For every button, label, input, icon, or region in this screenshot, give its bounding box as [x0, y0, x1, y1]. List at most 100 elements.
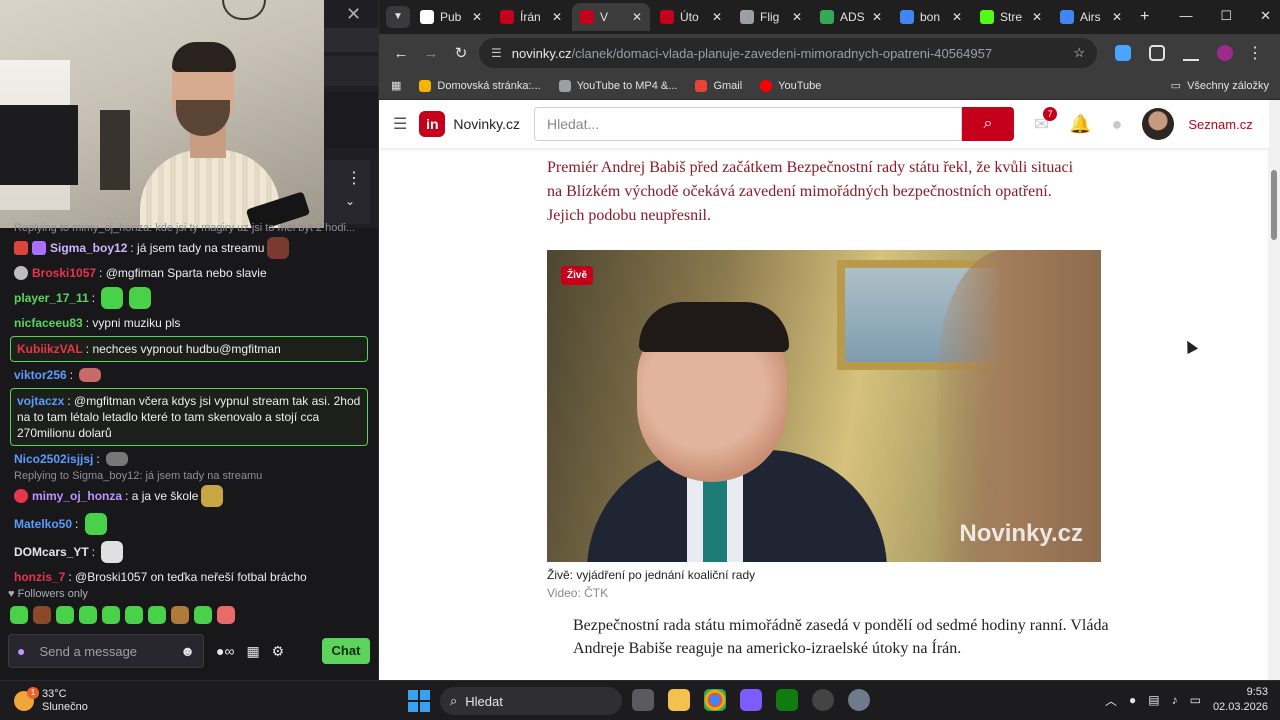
apps-grid-icon[interactable]: ▦ — [391, 79, 401, 92]
emote-icon[interactable] — [171, 606, 189, 624]
weather-widget[interactable]: 1 33°C Slunečno — [14, 686, 88, 714]
minimize-icon[interactable]: — — [1179, 8, 1192, 24]
site-info-icon[interactable]: ☰ — [491, 46, 502, 60]
close-icon[interactable]: ✕ — [346, 4, 361, 25]
chat-username[interactable]: mimy_oj_honza — [32, 488, 122, 504]
emote-icon[interactable] — [33, 606, 51, 624]
tab-close-icon[interactable]: ✕ — [1112, 10, 1122, 24]
network-icon[interactable]: ▤ — [1148, 693, 1159, 707]
tab-close-icon[interactable]: ✕ — [632, 10, 642, 24]
extensions-puzzle-icon[interactable] — [1149, 45, 1165, 61]
more-options-icon[interactable]: ⋮ — [346, 168, 362, 188]
task-view-icon[interactable] — [632, 689, 654, 711]
tab-close-icon[interactable]: ✕ — [1032, 10, 1042, 24]
browser-tab[interactable]: V ✕ — [572, 3, 650, 31]
close-window-icon[interactable]: ✕ — [1260, 8, 1271, 24]
browser-tab[interactable]: Airs ✕ — [1052, 3, 1130, 31]
chat-username[interactable]: Broski1057 — [32, 265, 96, 281]
app-icon[interactable] — [812, 689, 834, 711]
chat-username[interactable]: Nico2502isjjsj — [14, 451, 93, 467]
forward-icon[interactable]: → — [423, 45, 439, 62]
bookmark-item[interactable]: Domovská stránka:... — [419, 79, 541, 92]
video-player[interactable]: Živě Novinky.cz — [547, 250, 1101, 562]
bookmark-star-icon[interactable]: ☆ — [1073, 45, 1085, 61]
tab-close-icon[interactable]: ✕ — [952, 10, 962, 24]
emote-icon[interactable] — [79, 606, 97, 624]
seznam-link[interactable]: Seznam.cz — [1188, 117, 1252, 132]
browser-tab[interactable]: bon ✕ — [892, 3, 970, 31]
emote-icon[interactable] — [148, 606, 166, 624]
novinky-logo[interactable]: in — [419, 111, 446, 137]
settings-icon[interactable]: ⚙ — [272, 643, 285, 660]
settings-icon[interactable] — [848, 689, 870, 711]
bookmark-item[interactable]: YouTube — [760, 79, 821, 92]
bell-icon[interactable]: 🔔 — [1069, 114, 1091, 135]
volume-icon[interactable]: ♪ — [1172, 693, 1178, 707]
chat-bubble-icon[interactable]: ● — [1112, 114, 1123, 135]
browser-tab[interactable]: Flig ✕ — [732, 3, 810, 31]
new-tab-icon[interactable]: + — [1140, 8, 1149, 26]
tab-close-icon[interactable]: ✕ — [872, 10, 882, 24]
address-bar[interactable]: ☰ novinky.cz /clanek/domaci-vlada-planuj… — [479, 38, 1097, 68]
emote-icon[interactable] — [10, 606, 28, 624]
chat-username[interactable]: Sigma_boy12 — [50, 240, 127, 256]
emoji-icon[interactable]: ☻ — [180, 643, 195, 659]
chat-send-button[interactable]: Chat — [322, 638, 370, 664]
profile-avatar[interactable] — [1217, 45, 1233, 61]
chat-username[interactable]: vojtaczx — [17, 394, 64, 408]
scrollbar-thumb[interactable] — [1271, 170, 1277, 240]
emote-icon[interactable] — [194, 606, 212, 624]
microphone-icon[interactable]: ● — [1129, 693, 1136, 707]
chat-username[interactable]: DOMcars_YT — [14, 544, 89, 560]
mail-icon[interactable]: ✉ 7 — [1034, 106, 1058, 135]
chat-username[interactable]: honzis_7 — [14, 569, 65, 585]
chrome-icon[interactable] — [704, 689, 726, 711]
emote-icon[interactable] — [56, 606, 74, 624]
bookmark-item[interactable]: Gmail — [695, 79, 742, 92]
tab-close-icon[interactable]: ✕ — [552, 10, 562, 24]
emote-icon[interactable] — [217, 606, 235, 624]
tab-close-icon[interactable]: ✕ — [472, 10, 482, 24]
file-explorer-icon[interactable] — [668, 689, 690, 711]
microphone-icon[interactable]: ● — [17, 643, 25, 659]
menu-kebab-icon[interactable]: ⋮ — [1247, 43, 1263, 63]
chat-username[interactable]: KubiikzVAL — [17, 341, 83, 357]
tab-search-icon[interactable]: ▼ — [386, 6, 410, 28]
store-icon[interactable]: ▦ — [246, 643, 259, 660]
tab-close-icon[interactable]: ✕ — [712, 10, 722, 24]
chat-username[interactable]: viktor256 — [14, 367, 67, 383]
extension-icon[interactable] — [1115, 45, 1131, 61]
app-icon[interactable] — [740, 689, 762, 711]
taskbar-search[interactable]: ⌕ Hledat — [440, 687, 622, 715]
page-scrollbar[interactable] — [1268, 100, 1280, 680]
clock[interactable]: 9:53 02.03.2026 — [1213, 685, 1268, 715]
emote-icon[interactable] — [125, 606, 143, 624]
chat-username[interactable]: Matelko50 — [14, 516, 72, 532]
reading-list-icon[interactable] — [1183, 45, 1199, 61]
emote-icon[interactable] — [102, 606, 120, 624]
browser-tab[interactable]: Pub ✕ — [412, 3, 490, 31]
maximize-icon[interactable]: ☐ — [1220, 8, 1232, 24]
channel-points-icon[interactable]: ●∞ — [216, 643, 234, 659]
browser-tab[interactable]: ADS ✕ — [812, 3, 890, 31]
browser-tab[interactable]: Stre ✕ — [972, 3, 1050, 31]
chat-username[interactable]: player_17_11 — [14, 290, 89, 306]
site-search-input[interactable]: Hledat... — [534, 107, 962, 141]
chevron-up-icon[interactable]: ︿ — [1105, 692, 1117, 709]
hamburger-menu-icon[interactable]: ☰ — [393, 114, 407, 134]
browser-tab[interactable]: Írán ✕ — [492, 3, 570, 31]
back-icon[interactable]: ← — [393, 45, 409, 62]
battery-icon[interactable]: ▭ — [1190, 693, 1201, 707]
browser-tab[interactable]: Úto ✕ — [652, 3, 730, 31]
reload-icon[interactable]: ↻ — [453, 44, 469, 62]
xbox-icon[interactable] — [776, 689, 798, 711]
chat-username[interactable]: nicfaceeu83 — [14, 315, 83, 331]
site-name[interactable]: Novinky.cz — [453, 116, 520, 132]
search-button[interactable]: ⌕ — [962, 107, 1014, 141]
windows-start-icon[interactable] — [408, 690, 430, 712]
bookmark-item[interactable]: YouTube to MP4 &... — [558, 79, 677, 92]
tab-close-icon[interactable]: ✕ — [792, 10, 802, 24]
all-bookmarks[interactable]: ▭ Všechny záložky — [1171, 79, 1269, 93]
chat-input[interactable]: ● Send a message ☻ — [8, 634, 204, 668]
chevron-down-icon[interactable]: ⌄ — [345, 194, 355, 208]
